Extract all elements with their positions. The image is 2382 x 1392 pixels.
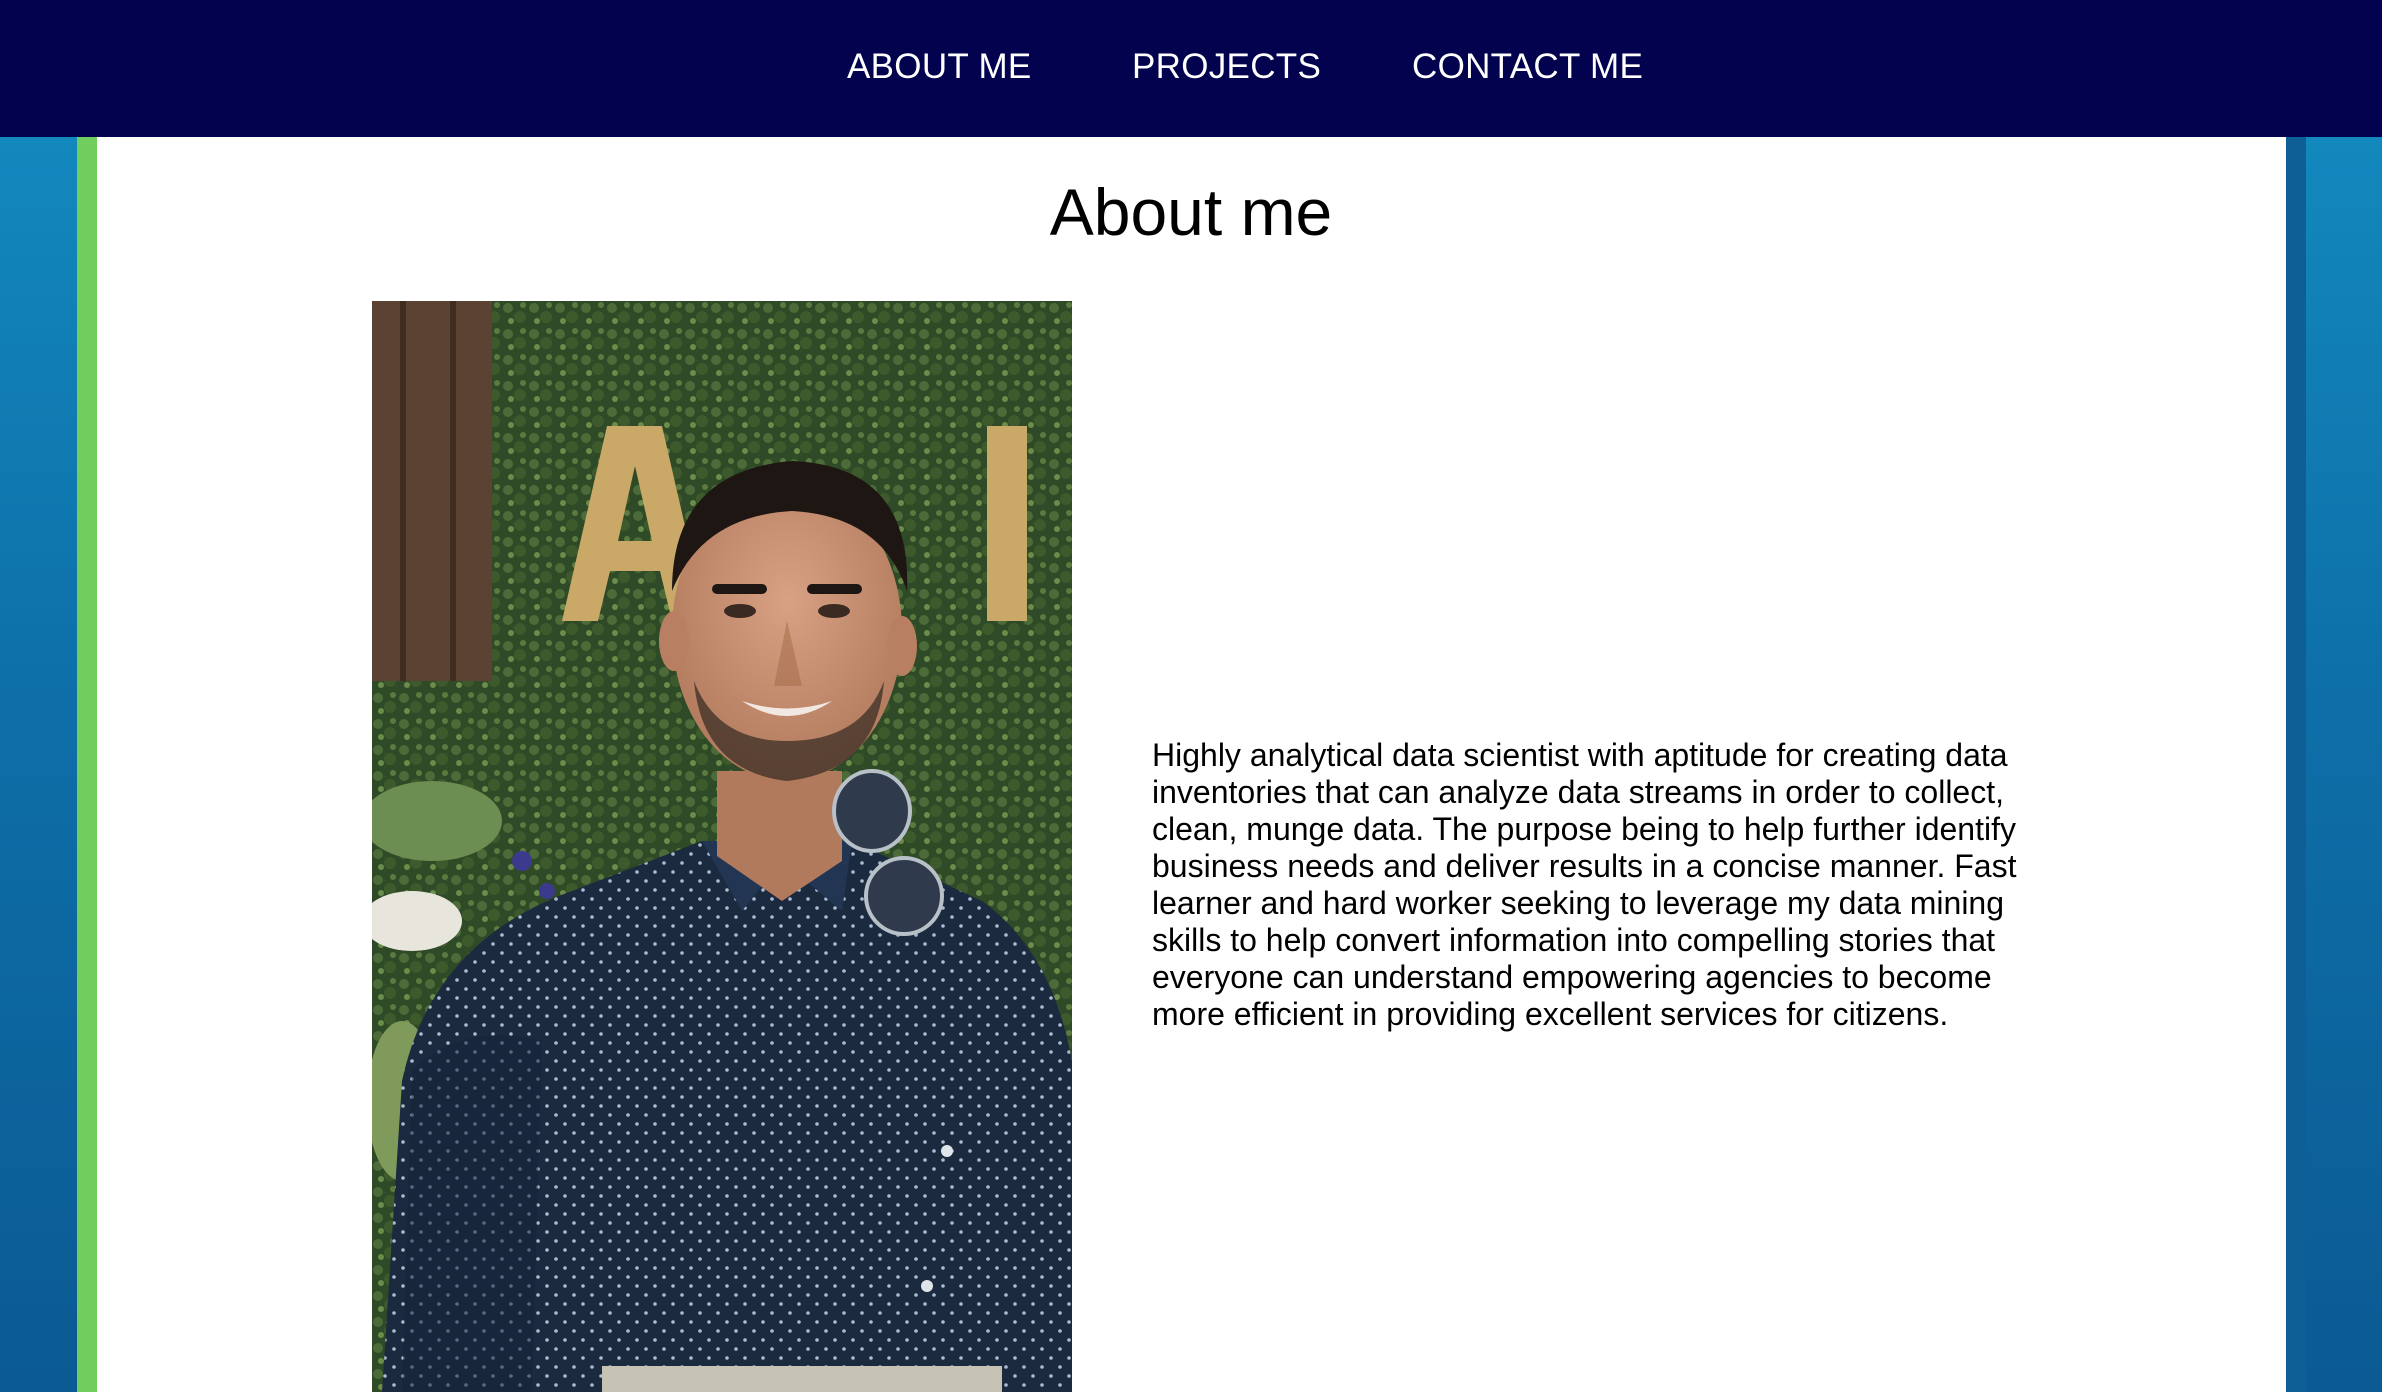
about-title: About me (1049, 175, 1333, 249)
top-navbar: ABOUT ME PROJECTS CONTACT ME (0, 0, 2382, 137)
profile-photo (372, 301, 1072, 1392)
bio-text: Highly analytical data scientist with ap… (1152, 737, 2017, 1032)
left-accent-stripe (77, 137, 97, 1392)
right-accent-stripe (2286, 137, 2306, 1392)
nav-projects[interactable]: PROJECTS (1132, 42, 1321, 92)
nav-about-me[interactable]: ABOUT ME (847, 42, 1032, 92)
nav-contact-me[interactable]: CONTACT ME (1412, 42, 1643, 92)
